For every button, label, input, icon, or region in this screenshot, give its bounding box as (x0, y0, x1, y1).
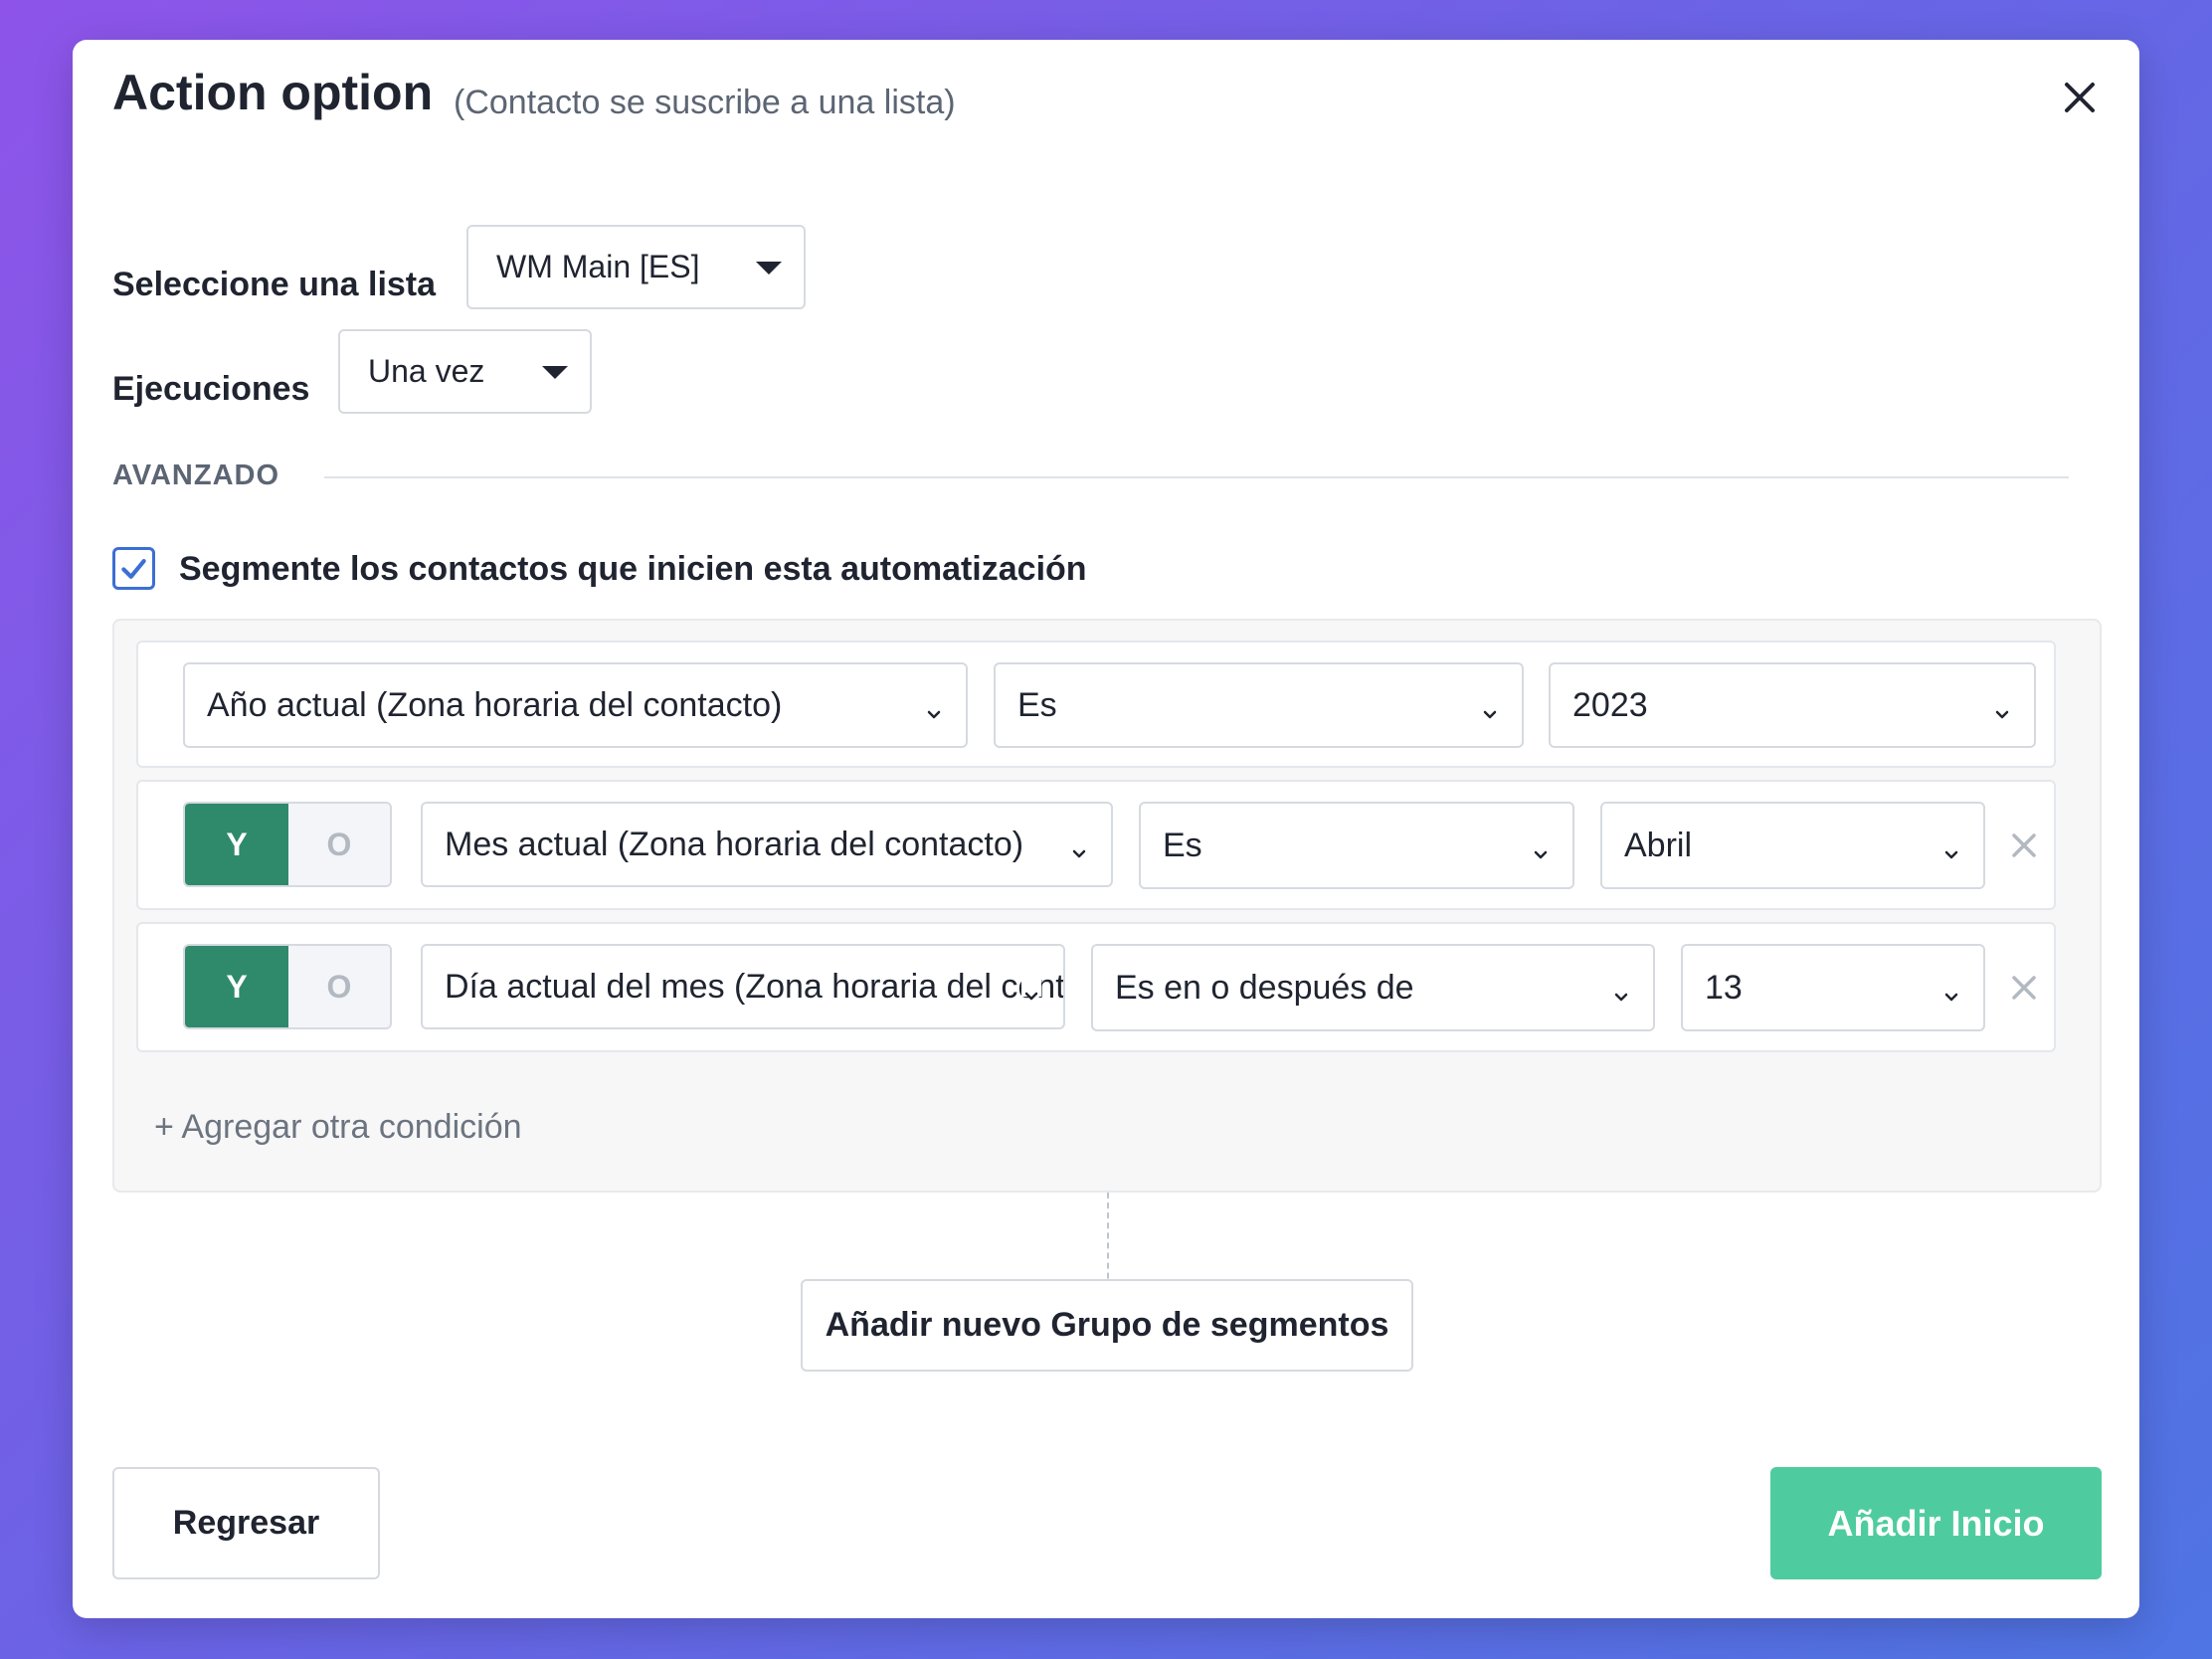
remove-condition-icon[interactable] (2008, 830, 2040, 861)
condition-value-text: 13 (1705, 968, 1743, 1007)
condition-field-select[interactable]: Mes actual (Zona horaria del contacto) (421, 802, 1113, 887)
add-segment-group-button[interactable]: Añadir nuevo Grupo de segmentos (801, 1279, 1413, 1372)
modal-title: Action option (112, 65, 434, 120)
list-select[interactable]: WM Main [ES] (466, 225, 806, 309)
segment-group-panel: Año actual (Zona horaria del contacto) E… (112, 619, 2102, 1193)
section-divider (324, 476, 2069, 478)
or-toggle-option[interactable]: O (288, 946, 390, 1027)
condition-field-value: Año actual (Zona horaria del contacto) (207, 685, 783, 724)
condition-operator-value: Es en o después de (1115, 968, 1414, 1007)
chevron-down-icon (1021, 977, 1041, 1001)
condition-row: Y O Día actual del mes (Zona horaria del… (136, 922, 2056, 1052)
condition-value-select[interactable]: Abril (1600, 802, 1985, 889)
close-icon[interactable] (2055, 73, 2105, 122)
chevron-down-icon (1941, 835, 1961, 859)
add-condition-link[interactable]: + Agregar otra condición (154, 1108, 522, 1147)
condition-operator-select[interactable]: Es (994, 662, 1524, 748)
chevron-down-icon (1531, 835, 1551, 859)
runs-select-value: Una vez (368, 353, 485, 389)
condition-operator-select[interactable]: Es (1139, 802, 1574, 889)
condition-field-select[interactable]: Día actual del mes (Zona horaria del con… (421, 944, 1065, 1029)
chevron-down-icon (1611, 978, 1631, 1002)
condition-row: Año actual (Zona horaria del contacto) E… (136, 641, 2056, 768)
checkmark-icon (121, 559, 146, 579)
condition-value-select[interactable]: 2023 (1549, 662, 2036, 748)
chevron-down-icon (924, 695, 944, 719)
condition-operator-value: Es (1163, 826, 1202, 864)
back-button[interactable]: Regresar (112, 1467, 380, 1579)
condition-row: Y O Mes actual (Zona horaria del contact… (136, 780, 2056, 910)
chevron-down-icon (1069, 834, 1089, 858)
and-toggle-option[interactable]: Y (185, 804, 288, 885)
condition-value-select[interactable]: 13 (1681, 944, 1985, 1031)
condition-operator-select[interactable]: Es en o después de (1091, 944, 1655, 1031)
condition-operator-value: Es (1017, 685, 1057, 724)
remove-condition-icon[interactable] (2008, 972, 2040, 1004)
advanced-section-label: AVANZADO (112, 460, 280, 491)
and-or-toggle[interactable]: Y O (183, 802, 392, 887)
segment-checkbox[interactable] (112, 547, 155, 590)
and-toggle-option[interactable]: Y (185, 946, 288, 1027)
caret-down-icon (756, 261, 782, 275)
chevron-down-icon (1941, 978, 1961, 1002)
condition-value-text: 2023 (1572, 685, 1648, 724)
caret-down-icon (542, 365, 568, 379)
segment-checkbox-label: Segmente los contactos que inicien esta … (179, 550, 1087, 588)
chevron-down-icon (1992, 695, 2012, 719)
condition-field-value: Día actual del mes (Zona horaria del con… (445, 967, 1063, 1006)
list-select-label: Seleccione una lista (112, 266, 437, 303)
condition-field-value: Mes actual (Zona horaria del contacto) (445, 825, 1024, 863)
runs-select[interactable]: Una vez (338, 329, 592, 414)
modal-subtitle: (Contacto se suscribe a una lista) (454, 84, 956, 121)
chevron-down-icon (1480, 695, 1500, 719)
action-option-modal: Action option (Contacto se suscribe a un… (73, 40, 2139, 1618)
runs-select-label: Ejecuciones (112, 370, 310, 408)
condition-field-select[interactable]: Año actual (Zona horaria del contacto) (183, 662, 968, 748)
condition-value-text: Abril (1624, 826, 1693, 864)
or-toggle-option[interactable]: O (288, 804, 390, 885)
list-select-value: WM Main [ES] (496, 249, 700, 284)
add-start-button[interactable]: Añadir Inicio (1770, 1467, 2102, 1579)
and-or-toggle[interactable]: Y O (183, 944, 392, 1029)
